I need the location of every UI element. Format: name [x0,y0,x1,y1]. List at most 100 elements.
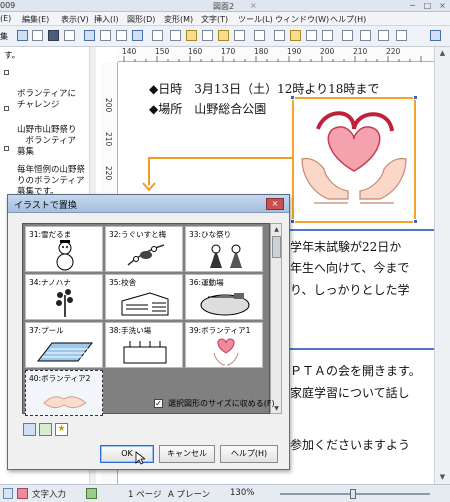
resize-handle[interactable] [413,219,418,224]
image-icon[interactable] [342,30,353,41]
ruler-label: 220 [386,47,401,56]
undo-icon[interactable] [306,30,317,41]
menu-item-insert[interactable]: 挿入(I) [94,14,119,25]
heart-hands-icon [213,338,239,366]
resize-handle[interactable] [290,219,295,224]
toolbar-label: 集 [0,32,8,41]
document-title: 図面2 [213,2,235,11]
new-icon[interactable] [170,30,181,41]
scrollbar-thumb[interactable] [272,236,281,258]
plane-indicator: A プレーン [168,490,211,500]
zoom-level[interactable]: 130% [230,488,254,498]
selected-illustration[interactable] [292,97,416,223]
pen-icon[interactable] [430,30,441,41]
text-input-icon[interactable] [17,488,28,499]
section-rule [290,348,434,350]
preview-icon[interactable] [234,30,245,41]
body-text: 年生へ向けて、今まで [290,261,410,275]
scroll-up-icon[interactable]: ▲ [438,49,447,58]
view-icon[interactable] [132,30,143,41]
star-icon[interactable]: ★ [55,423,68,436]
flower-icon [56,289,73,317]
table-icon[interactable] [360,30,371,41]
minimize-button[interactable]: ─ [406,1,419,11]
menu-item-window[interactable]: ウィンドウ(W) [275,14,329,25]
gallery-item-pool[interactable]: 37:プール [25,322,103,368]
gallery-item-volunteer-2[interactable]: 40:ボランティア2 [25,370,103,416]
school-icon [121,292,169,316]
gallery-item-volunteer-1[interactable]: 39:ボランティア1 [185,322,263,368]
close-button[interactable]: × [436,1,449,11]
page-icon[interactable] [84,30,95,41]
outline-item[interactable]: す。 [4,51,94,62]
resize-handle[interactable] [290,95,295,100]
app-title: 009 [0,1,16,10]
outline-item-text: す。 [4,51,21,61]
menu-item-shape[interactable]: 図形(D) [127,14,155,25]
frame-icon[interactable] [64,30,75,41]
dialog-close-button[interactable]: × [266,198,284,210]
gallery-item-snowman[interactable]: 31:雪だるま [25,226,103,272]
fill-icon[interactable] [48,30,59,41]
print-icon[interactable] [202,30,213,41]
gallery-item-sports-ground[interactable]: 36:運動場 [185,274,263,320]
resize-handle[interactable] [413,95,418,100]
body-text: ＰＴＡの会を開きます。 [290,364,421,378]
fit-size-checkbox[interactable]: ✓ [154,399,163,408]
dialog-title-bar: イラストで置換 × [8,195,289,213]
dialog-title: イラストで置換 [14,201,77,211]
title-bar: 009 図面2 × ─ □ × [0,0,450,12]
chart-icon[interactable] [378,30,389,41]
ok-button[interactable]: OK [100,445,154,463]
ruler-label: 200 [104,98,113,113]
zoom-icon[interactable] [152,30,163,41]
bird-plum-icon [127,244,165,266]
image-view-icon[interactable] [23,423,36,436]
gallery-item-bush-warbler[interactable]: 32:うぐいすと梅 [105,226,183,272]
menu-item-transform[interactable]: 変形(M) [164,14,193,25]
document-scrollbar[interactable]: ▲ ▼ [434,47,450,484]
gallery-item-washing-place[interactable]: 38:手洗い場 [105,322,183,368]
menu-item-tools[interactable]: ツール(L) [238,14,273,25]
layout-icon[interactable] [116,30,127,41]
menu-bar: (E) 編集(E) 表示(V) 挿入(I) 図形(D) 変形(M) 文字(T) … [0,12,450,26]
arrow-down-icon [142,182,156,192]
double-page-icon[interactable] [100,30,111,41]
document-icon [3,488,13,499]
maximize-button[interactable]: □ [421,1,434,11]
open-icon[interactable] [186,30,197,41]
grid-icon[interactable] [32,30,43,41]
horizontal-ruler: 140 150 160 170 180 190 200 210 220 [118,47,450,62]
cancel-button[interactable]: キャンセル [159,445,215,463]
paste-icon[interactable] [290,30,301,41]
cut-icon[interactable] [254,30,265,41]
menu-item-edit[interactable]: 編集(E) [22,14,49,25]
copy-icon[interactable] [274,30,285,41]
gallery-scrollbar[interactable]: ▲ ▼ [270,223,282,414]
body-text: 家庭学習について話し [290,386,410,400]
lock-icon[interactable] [396,30,407,41]
body-text: り、しっかりとした学 [290,283,410,297]
gallery-item-school-building[interactable]: 35:校舎 [105,274,183,320]
text-input-mode[interactable]: 文字入力 [32,488,66,500]
help-button[interactable]: ヘルプ(H) [220,445,278,463]
select-tool-icon[interactable] [17,30,28,41]
gallery-item-hina-matsuri[interactable]: 33:ひな祭り [185,226,263,272]
shapes-view-icon[interactable] [39,423,52,436]
ruler-label: 190 [287,47,302,56]
menu-item-help[interactable]: ヘルプ(H) [330,14,366,25]
menu-item-view[interactable]: 表示(V) [61,14,89,25]
replace-illustration-dialog: イラストで置換 × 31:雪だるま 32:うぐいすと梅 33:ひな祭り 34:ナ… [7,194,290,470]
gallery-item-nanohana[interactable]: 34:ナノハナ [25,274,103,320]
menu-item-text[interactable]: 文字(T) [201,14,228,25]
ruler-label: 220 [104,166,113,181]
document-tab-close-button[interactable]: × [250,1,257,10]
menu-item-file[interactable]: (E) [0,14,11,23]
redo-icon[interactable] [322,30,333,41]
body-text: 参加くださいますよう [290,438,411,452]
grid-toggle-icon[interactable] [86,488,97,499]
save-icon[interactable] [218,30,229,41]
scroll-down-icon[interactable]: ▼ [438,473,447,482]
zoom-slider-thumb[interactable] [350,489,356,499]
scroll-up-icon[interactable]: ▲ [272,225,281,234]
